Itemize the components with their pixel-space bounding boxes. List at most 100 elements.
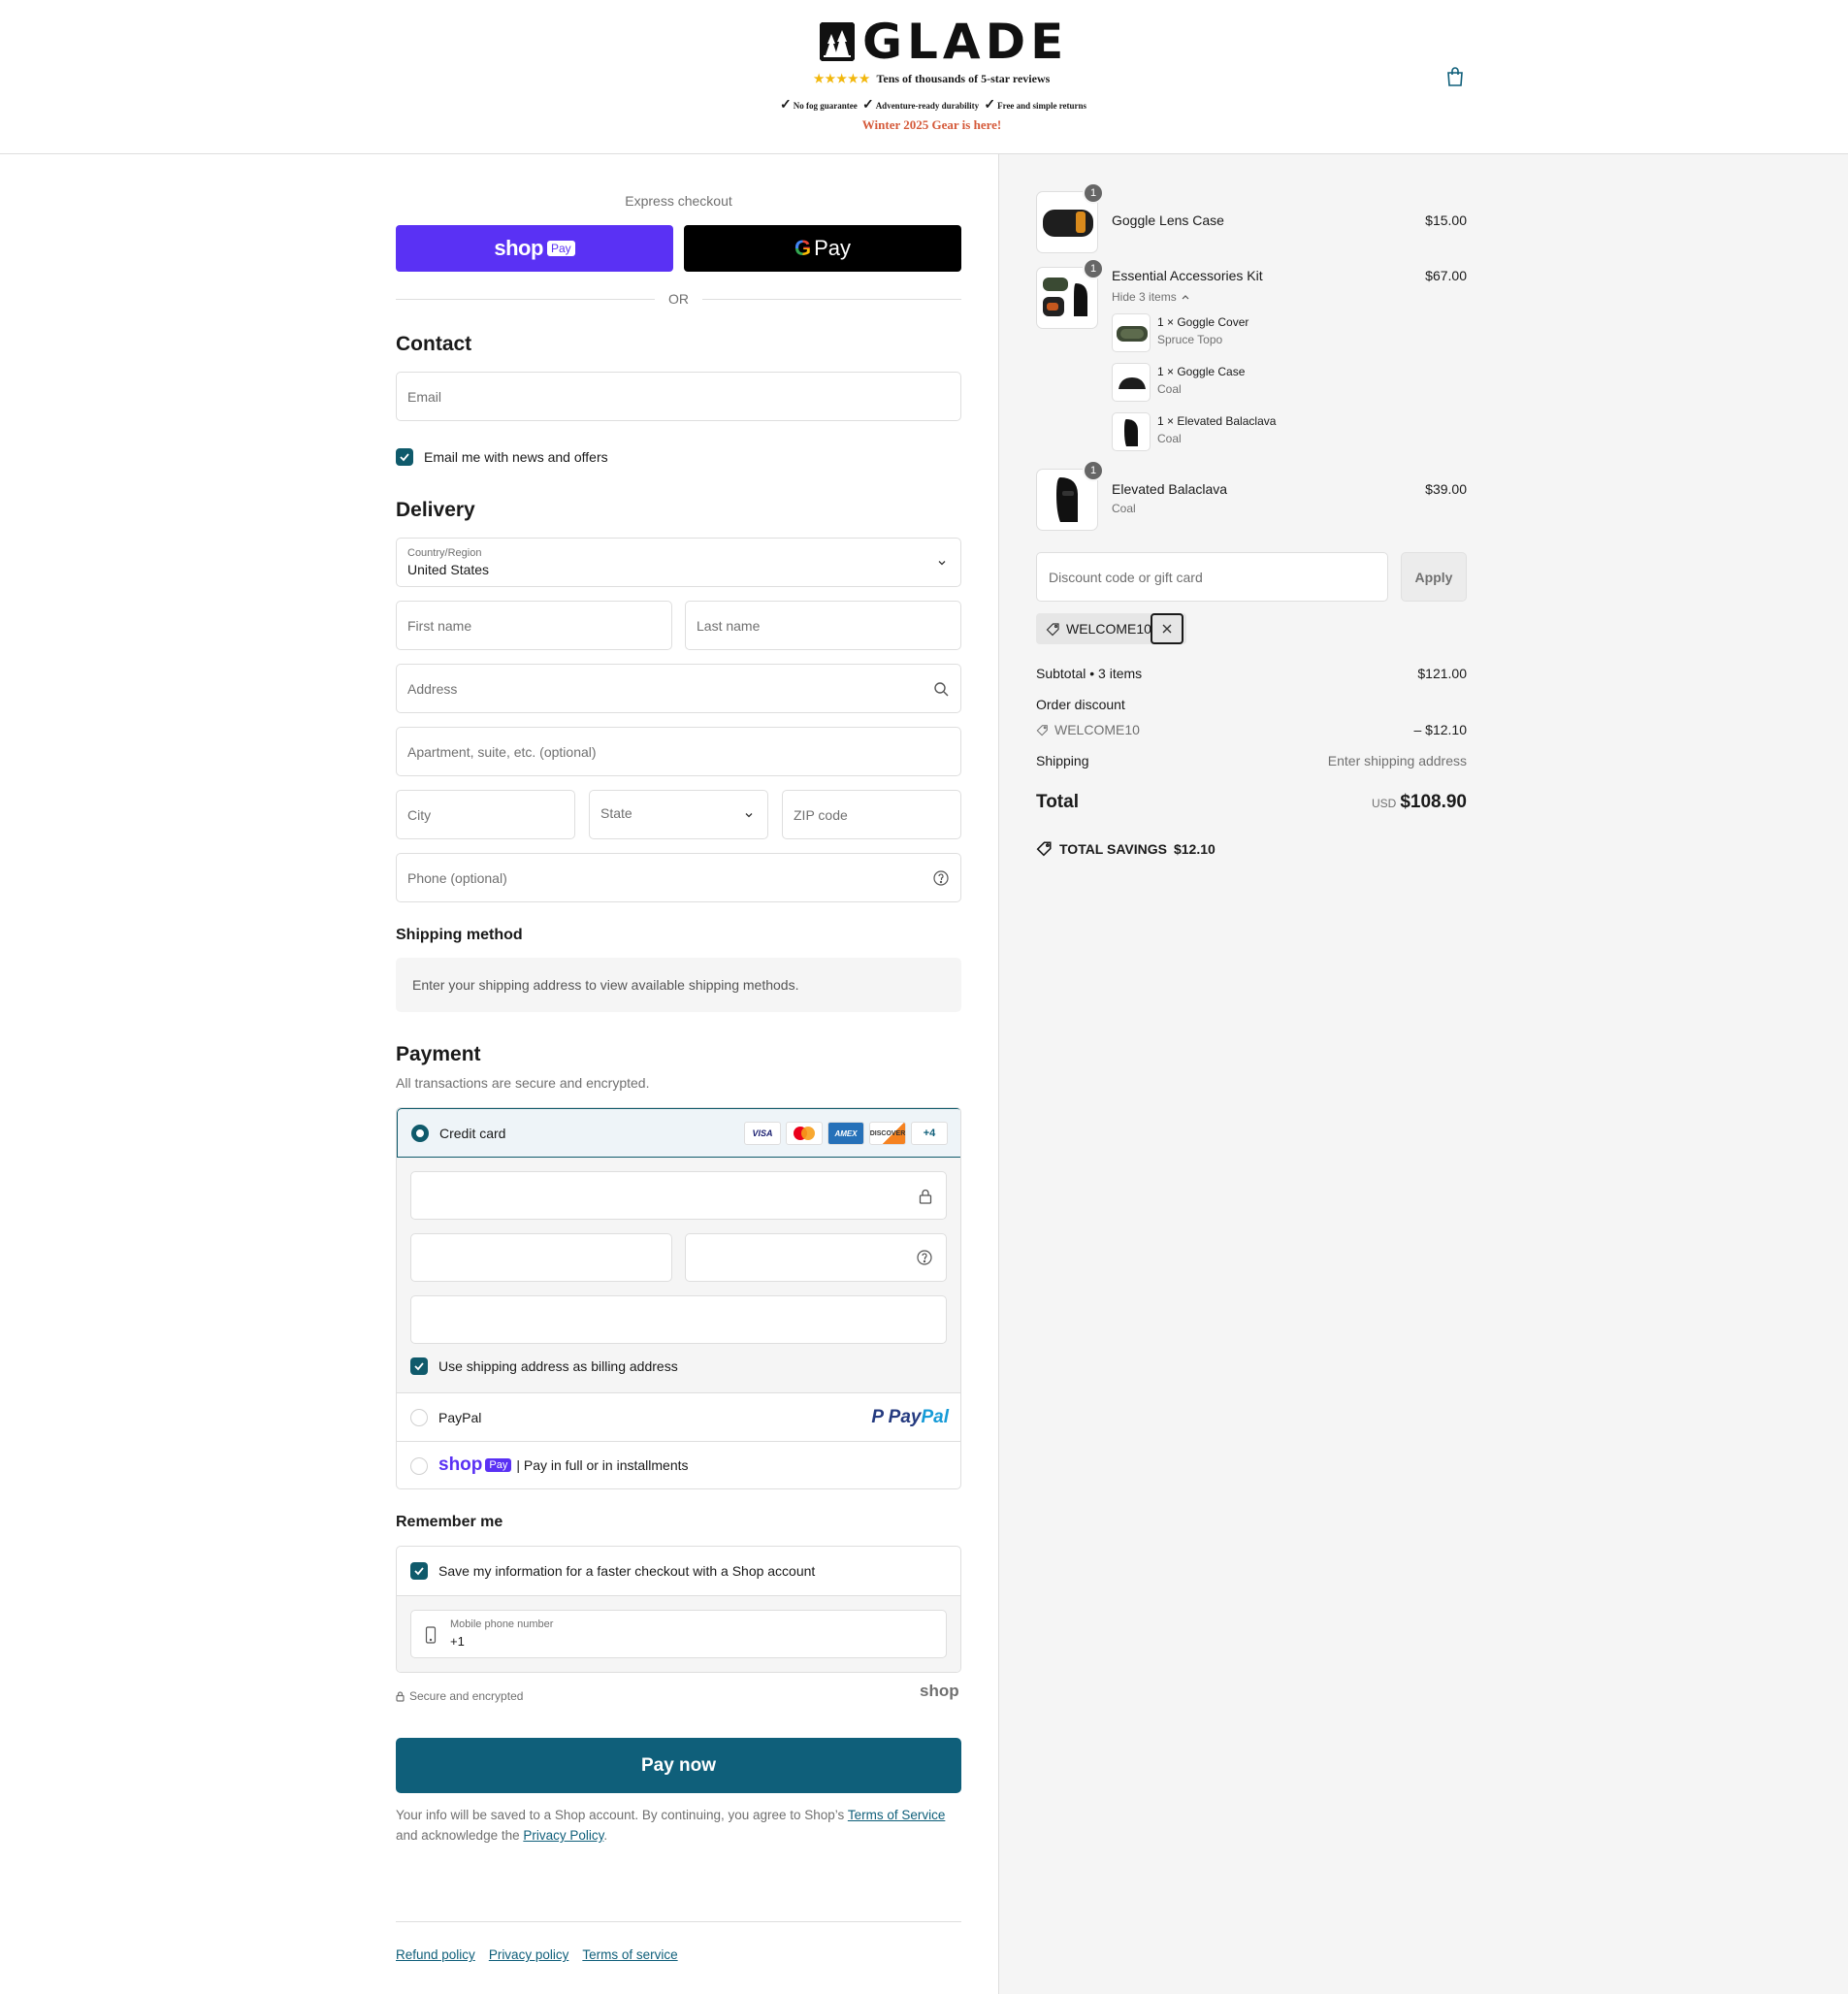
check-icon: ✓	[861, 98, 874, 113]
tree-logo-icon	[820, 22, 855, 61]
save-info-checkbox[interactable]	[410, 1562, 428, 1580]
google-g-icon: G	[794, 236, 812, 260]
secure-note: Secure and encrypted	[396, 1689, 523, 1703]
save-info-label: Save my information for a faster checkou…	[438, 1563, 816, 1579]
goggle-case-image	[1119, 377, 1146, 389]
phone-placeholder: Phone (optional)	[407, 870, 507, 886]
email-placeholder: Email	[407, 389, 442, 405]
google-pay-button[interactable]: G Pay	[684, 225, 961, 272]
privacy-policy-link[interactable]: Privacy Policy	[523, 1828, 603, 1843]
currency-code: USD	[1371, 797, 1397, 810]
shop-pay-installments-label: | Pay in full or in installments	[516, 1457, 689, 1473]
state-select[interactable]: State	[589, 790, 768, 839]
email-field[interactable]: Email	[396, 372, 961, 421]
tag-icon	[1036, 724, 1048, 735]
expiration-date-field[interactable]	[410, 1233, 672, 1282]
last-name-placeholder: Last name	[697, 618, 761, 634]
name-on-card-field[interactable]	[410, 1295, 947, 1344]
brand-name: GLADE	[862, 14, 1069, 70]
address-field[interactable]: Address	[396, 664, 961, 713]
country-value: United States	[407, 562, 490, 577]
card-number-field[interactable]	[410, 1171, 947, 1220]
apartment-field[interactable]: Apartment, suite, etc. (optional)	[396, 727, 961, 776]
discount-code-placeholder: Discount code or gift card	[1049, 570, 1203, 585]
first-name-placeholder: First name	[407, 618, 472, 634]
city-placeholder: City	[407, 807, 432, 823]
checkmark-icon	[400, 453, 409, 462]
or-label: OR	[668, 291, 689, 307]
paypal-option[interactable]: PayPal P PayPal	[397, 1393, 960, 1442]
balaclava-thumbnail	[1112, 412, 1151, 451]
discount-code-field[interactable]: Discount code or gift card	[1036, 552, 1388, 602]
credit-card-radio[interactable]	[411, 1125, 429, 1142]
reviews-text: Tens of thousands of 5-star reviews	[876, 72, 1051, 85]
footer-links: Refund policy Privacy policy Terms of se…	[396, 1947, 678, 1962]
total-row-value: USD $108.90	[1273, 792, 1467, 813]
contact-heading: Contact	[396, 333, 472, 355]
newsletter-checkbox[interactable]	[396, 448, 413, 466]
mobile-phone-icon	[425, 1626, 437, 1644]
paypal-logo-part-2: Pal	[921, 1407, 949, 1427]
reviews-banner: ★★★★★ Tens of thousands of 5-star reviews	[0, 72, 1848, 86]
legal-text-3: .	[603, 1828, 608, 1843]
shopping-bag-icon[interactable]	[1445, 66, 1465, 87]
secure-text: Secure and encrypted	[409, 1689, 524, 1703]
remove-discount-button[interactable]	[1151, 613, 1183, 644]
footer-divider	[396, 1921, 961, 1922]
last-name-field[interactable]: Last name	[685, 601, 961, 650]
newsletter-label: Email me with news and offers	[424, 449, 608, 465]
brand-logo[interactable]: GLADE	[818, 17, 1068, 66]
terms-of-service-link[interactable]: Terms of Service	[848, 1808, 946, 1822]
discover-icon: DISCOVER	[869, 1122, 906, 1145]
shop-pay-radio[interactable]	[410, 1457, 428, 1475]
goggle-cover-thumbnail	[1112, 313, 1151, 352]
shop-pay-installments-option[interactable]: shop Pay | Pay in full or in installment…	[397, 1442, 960, 1488]
paypal-p-icon: P	[871, 1407, 889, 1427]
legal-notice: Your info will be saved to a Shop accoun…	[396, 1805, 961, 1846]
paypal-logo-part-1: Pay	[888, 1407, 922, 1427]
lock-icon	[919, 1189, 932, 1204]
hide-items-label: Hide 3 items	[1112, 290, 1177, 304]
help-circle-icon[interactable]	[917, 1250, 932, 1265]
total-savings: TOTAL SAVINGS $12.10	[1036, 840, 1216, 857]
billing-same-checkbox[interactable]	[410, 1357, 428, 1375]
zip-field[interactable]: ZIP code	[782, 790, 961, 839]
total-value: $108.90	[1400, 792, 1467, 812]
mobile-phone-label: Mobile phone number	[450, 1618, 554, 1630]
shop-pay-button[interactable]: shop Pay	[396, 225, 673, 272]
check-icon: ✓	[779, 98, 792, 113]
item-price: $39.00	[1425, 481, 1467, 497]
discount-code-text: WELCOME10	[1054, 722, 1140, 737]
phone-field[interactable]: Phone (optional)	[396, 853, 961, 902]
country-select[interactable]: Country/Region United States	[396, 538, 961, 587]
paypal-label: PayPal	[438, 1410, 482, 1425]
pay-now-button[interactable]: Pay now	[396, 1738, 961, 1793]
component-name: 1 × Elevated Balaclava	[1157, 414, 1277, 428]
discount-code-row: WELCOME10	[1036, 722, 1140, 737]
item-quantity-badge: 1	[1083, 460, 1104, 481]
terms-of-service-footer-link[interactable]: Terms of service	[582, 1947, 677, 1962]
mobile-phone-field[interactable]: Mobile phone number +1	[410, 1610, 947, 1658]
perk-1: No fog guarantee	[793, 101, 858, 111]
site-header: GLADE ★★★★★ Tens of thousands of 5-star r…	[0, 0, 1848, 154]
shop-pay-wordmark: shop	[494, 236, 543, 260]
visa-icon: VISA	[744, 1122, 781, 1145]
privacy-policy-footer-link[interactable]: Privacy policy	[489, 1947, 569, 1962]
first-name-field[interactable]: First name	[396, 601, 672, 650]
refund-policy-link[interactable]: Refund policy	[396, 1947, 475, 1962]
item-name: Elevated Balaclava	[1112, 481, 1228, 497]
credit-card-fields: Use shipping address as billing address	[397, 1158, 960, 1393]
hide-items-toggle[interactable]: Hide 3 items	[1112, 290, 1190, 304]
component-variant: Coal	[1157, 382, 1182, 396]
shop-pay-wordmark: shop	[438, 1455, 483, 1475]
total-savings-label: TOTAL SAVINGS	[1059, 840, 1167, 857]
paypal-radio[interactable]	[410, 1409, 428, 1426]
apply-discount-button[interactable]: Apply	[1401, 552, 1467, 602]
mastercard-icon	[786, 1122, 823, 1145]
help-circle-icon[interactable]	[933, 870, 949, 886]
order-discount-label: Order discount	[1036, 697, 1125, 712]
city-field[interactable]: City	[396, 790, 575, 839]
perks-banner: ✓ No fog guarantee ✓ Adventure-ready durab…	[0, 97, 1848, 114]
credit-card-option[interactable]: Credit card VISA AMEX DISCOVER +4	[397, 1108, 960, 1158]
security-code-field[interactable]	[685, 1233, 947, 1282]
